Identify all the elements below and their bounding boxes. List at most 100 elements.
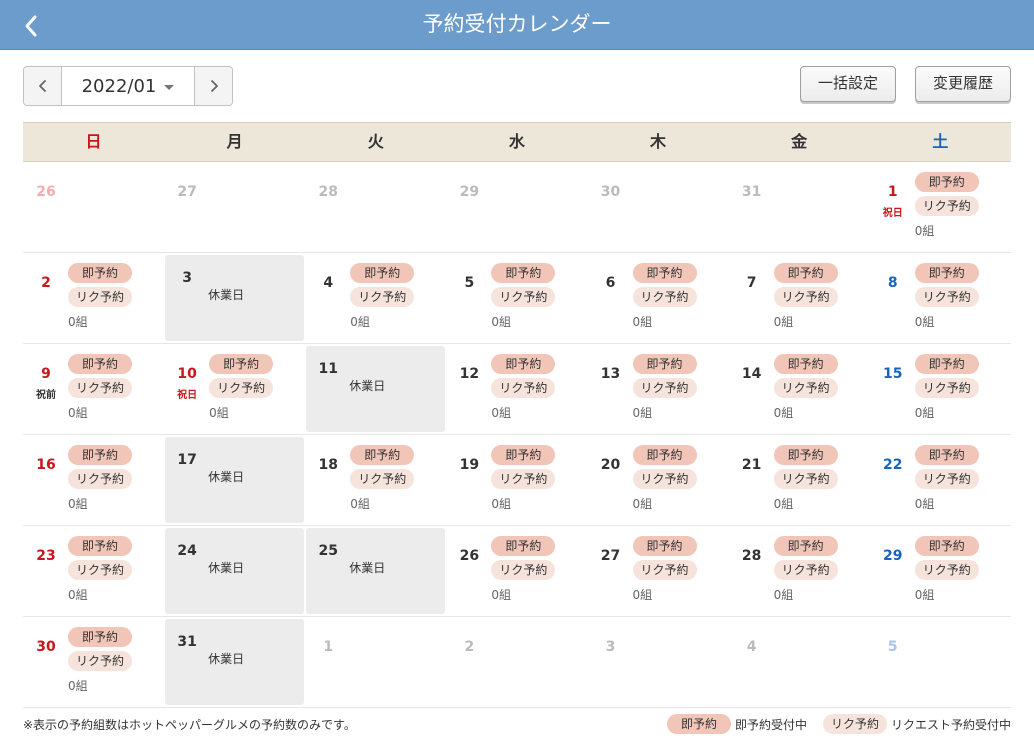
reservation-count: 0組 (350, 497, 370, 511)
day-number: 25 (318, 543, 338, 559)
instant-reservation-badge[interactable]: 即予約 (773, 263, 838, 283)
calendar-day[interactable]: 25 休業日 (305, 526, 446, 616)
bulk-settings-button[interactable]: 一括設定 (800, 66, 896, 102)
change-history-button[interactable]: 変更履歴 (915, 66, 1011, 102)
request-reservation-badge[interactable]: リク予約 (773, 287, 838, 307)
instant-reservation-badge[interactable]: 即予約 (68, 536, 132, 556)
calendar-day[interactable]: 17 休業日 (164, 435, 305, 525)
request-reservation-badge[interactable]: リク予約 (491, 378, 556, 398)
instant-reservation-badge[interactable]: 即予約 (914, 172, 979, 192)
calendar-day[interactable]: 23 即予約 リク予約 0組 (23, 526, 164, 616)
calendar-day[interactable]: 3 休業日 (164, 253, 305, 343)
instant-reservation-badge[interactable]: 即予約 (491, 263, 556, 283)
instant-reservation-badge[interactable]: 即予約 (350, 263, 415, 283)
request-reservation-badge[interactable]: リク予約 (914, 196, 979, 216)
request-reservation-badge[interactable]: リク予約 (773, 560, 838, 580)
day-number: 6 (605, 275, 616, 291)
request-reservation-badge[interactable]: リク予約 (68, 378, 132, 398)
calendar-day[interactable]: 26 即予約 リク予約 0組 (446, 526, 587, 616)
calendar-day[interactable]: 19 即予約 リク予約 0組 (446, 435, 587, 525)
request-reservation-badge[interactable]: リク予約 (632, 378, 697, 398)
closed-day-label: 休業日 (208, 470, 245, 484)
request-reservation-badge[interactable]: リク予約 (914, 287, 979, 307)
instant-reservation-badge[interactable]: 即予約 (914, 354, 979, 374)
request-reservation-badge[interactable]: リク予約 (209, 378, 274, 398)
calendar-day[interactable]: 14 即予約 リク予約 0組 (729, 344, 870, 434)
calendar-day[interactable]: 11 休業日 (305, 344, 446, 434)
instant-reservation-badge[interactable]: 即予約 (491, 354, 556, 374)
calendar-day[interactable]: 1 祝日 即予約 リク予約 0組 (870, 162, 1011, 252)
instant-reservation-badge[interactable]: 即予約 (914, 536, 979, 556)
instant-reservation-badge[interactable]: 即予約 (773, 354, 838, 374)
request-reservation-badge[interactable]: リク予約 (914, 378, 979, 398)
instant-reservation-badge[interactable]: 即予約 (68, 627, 132, 647)
request-reservation-badge[interactable]: リク予約 (491, 469, 556, 489)
calendar-day[interactable]: 8 即予約 リク予約 0組 (870, 253, 1011, 343)
instant-reservation-badge[interactable]: 即予約 (914, 445, 979, 465)
calendar-day: 3 (588, 617, 729, 707)
calendar-week: 2 即予約 リク予約 0組 3 休業日 4 即予約 リク予約 0組 5 即予約 リク予約 0組 6 即予約 リク… (23, 253, 1011, 344)
request-reservation-badge[interactable]: リク予約 (68, 560, 132, 580)
calendar-day[interactable]: 12 即予約 リク予約 0組 (446, 344, 587, 434)
request-reservation-badge[interactable]: リク予約 (68, 287, 132, 307)
calendar-day[interactable]: 31 休業日 (164, 617, 305, 707)
calendar-day[interactable]: 13 即予約 リク予約 0組 (588, 344, 729, 434)
instant-reservation-badge[interactable]: 即予約 (68, 445, 132, 465)
day-number: 26 (459, 548, 480, 564)
next-month-button[interactable] (194, 67, 232, 105)
request-reservation-badge[interactable]: リク予約 (491, 287, 556, 307)
calendar-day[interactable]: 30 即予約 リク予約 0組 (23, 617, 164, 707)
legend-instant-text: 即予約受付中 (735, 717, 808, 732)
request-reservation-badge[interactable]: リク予約 (68, 651, 132, 671)
calendar-day[interactable]: 15 即予約 リク予約 0組 (870, 344, 1011, 434)
calendar-day: 28 (305, 162, 446, 252)
reservation-count: 0組 (773, 315, 794, 329)
calendar-day[interactable]: 5 即予約 リク予約 0組 (446, 253, 587, 343)
request-reservation-badge[interactable]: リク予約 (914, 560, 979, 580)
calendar-day[interactable]: 20 即予約 リク予約 0組 (588, 435, 729, 525)
instant-reservation-badge[interactable]: 即予約 (491, 536, 556, 556)
instant-reservation-badge[interactable]: 即予約 (68, 263, 132, 283)
request-reservation-badge[interactable]: リク予約 (350, 469, 415, 489)
instant-reservation-badge[interactable]: 即予約 (68, 354, 132, 374)
calendar-day[interactable]: 6 即予約 リク予約 0組 (588, 253, 729, 343)
instant-reservation-badge[interactable]: 即予約 (491, 445, 556, 465)
calendar-day[interactable]: 24 休業日 (164, 526, 305, 616)
calendar-day[interactable]: 18 即予約 リク予約 0組 (305, 435, 446, 525)
request-reservation-badge[interactable]: リク予約 (491, 560, 556, 580)
weekday-label: 土 (932, 132, 949, 151)
instant-reservation-badge[interactable]: 即予約 (773, 536, 838, 556)
day-number: 29 (459, 184, 480, 200)
calendar-day: 26 (23, 162, 164, 252)
calendar-day[interactable]: 22 即予約 リク予約 0組 (870, 435, 1011, 525)
request-reservation-badge[interactable]: リク予約 (632, 287, 697, 307)
instant-reservation-badge[interactable]: 即予約 (773, 445, 838, 465)
calendar-day[interactable]: 27 即予約 リク予約 0組 (588, 526, 729, 616)
prev-month-button[interactable] (24, 67, 62, 105)
request-reservation-badge[interactable]: リク予約 (773, 378, 838, 398)
calendar-day[interactable]: 16 即予約 リク予約 0組 (23, 435, 164, 525)
request-reservation-badge[interactable]: リク予約 (68, 469, 132, 489)
calendar-day[interactable]: 7 即予約 リク予約 0組 (729, 253, 870, 343)
instant-reservation-badge[interactable]: 即予約 (632, 263, 697, 283)
calendar-day[interactable]: 4 即予約 リク予約 0組 (305, 253, 446, 343)
calendar-day[interactable]: 2 即予約 リク予約 0組 (23, 253, 164, 343)
instant-reservation-badge[interactable]: 即予約 (914, 263, 979, 283)
calendar-day[interactable]: 21 即予約 リク予約 0組 (729, 435, 870, 525)
instant-reservation-badge[interactable]: 即予約 (209, 354, 274, 374)
calendar-day[interactable]: 28 即予約 リク予約 0組 (729, 526, 870, 616)
calendar-day[interactable]: 10 祝日 即予約 リク予約 0組 (164, 344, 305, 434)
calendar-day[interactable]: 9 祝前 即予約 リク予約 0組 (23, 344, 164, 434)
instant-reservation-badge[interactable]: 即予約 (632, 445, 697, 465)
instant-reservation-badge[interactable]: 即予約 (632, 536, 697, 556)
request-reservation-badge[interactable]: リク予約 (350, 287, 415, 307)
instant-reservation-badge[interactable]: 即予約 (350, 445, 415, 465)
request-reservation-badge[interactable]: リク予約 (773, 469, 838, 489)
month-select[interactable]: 2022/01 (62, 67, 194, 105)
calendar-day[interactable]: 29 即予約 リク予約 0組 (870, 526, 1011, 616)
instant-reservation-badge[interactable]: 即予約 (632, 354, 697, 374)
closed-day-label: 休業日 (208, 561, 245, 575)
request-reservation-badge[interactable]: リク予約 (632, 469, 697, 489)
request-reservation-badge[interactable]: リク予約 (914, 469, 979, 489)
request-reservation-badge[interactable]: リク予約 (632, 560, 697, 580)
